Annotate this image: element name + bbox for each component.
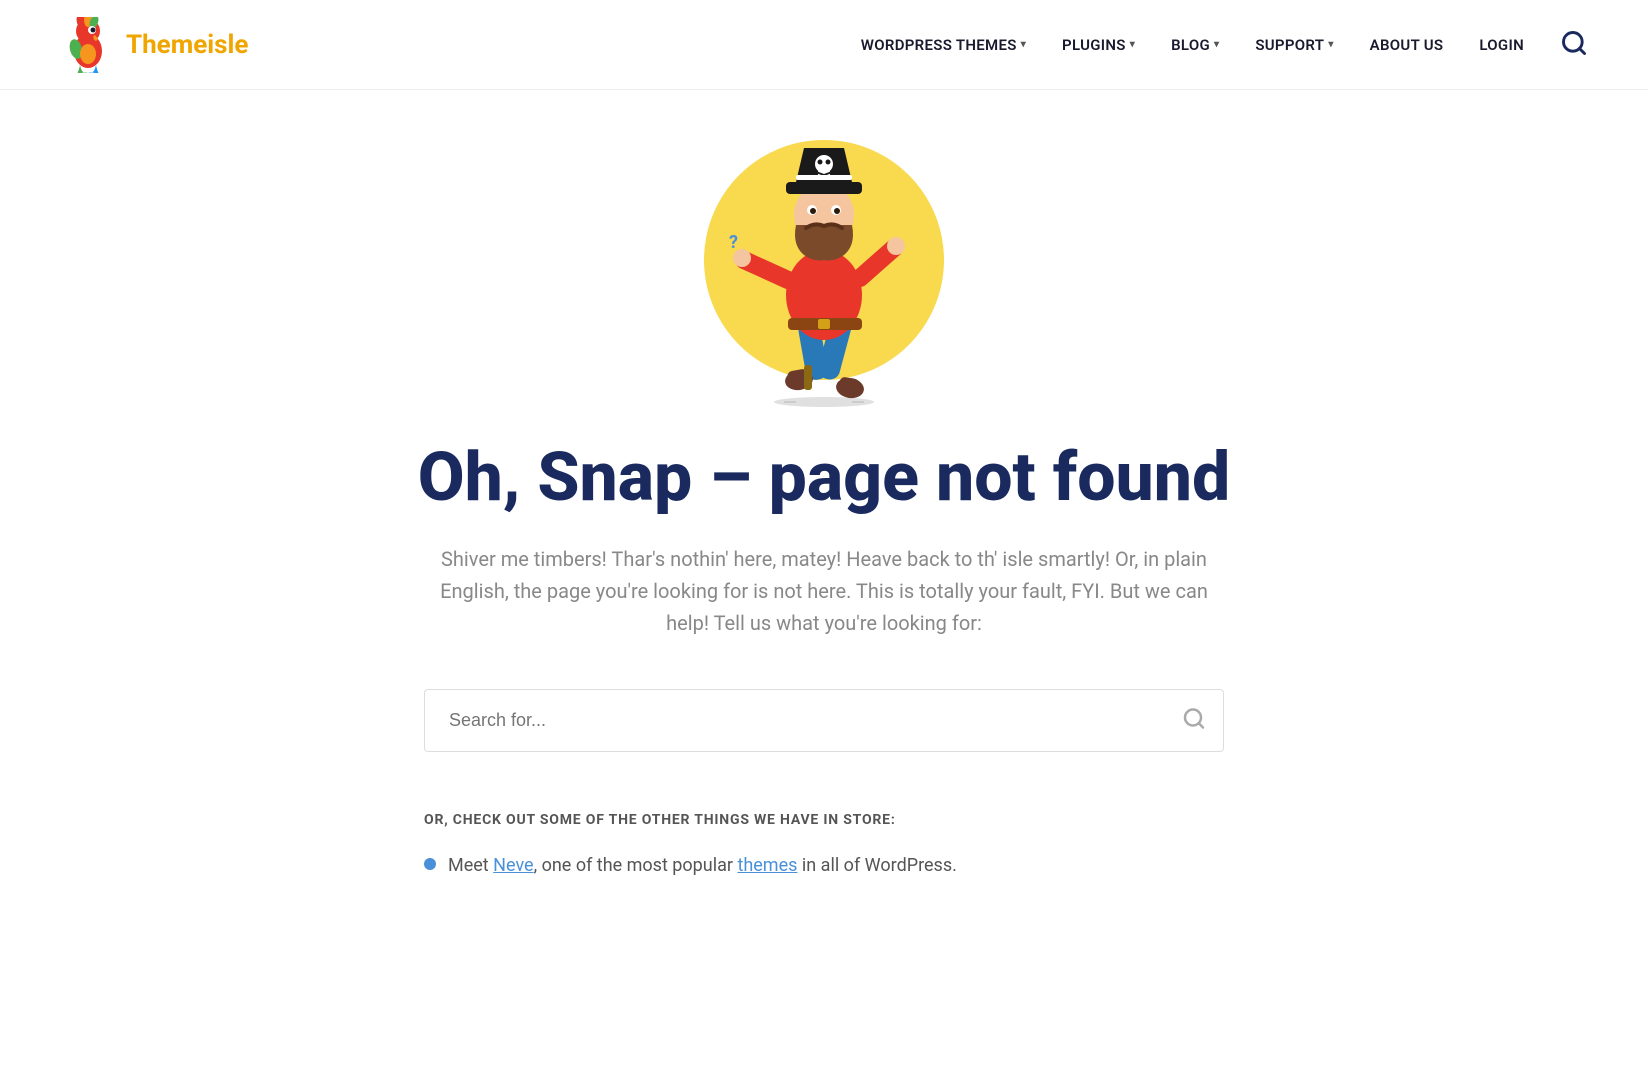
logo-parrot-icon xyxy=(60,17,116,73)
logo-link[interactable]: Themeisle xyxy=(60,17,248,73)
error-heading: Oh, Snap – page not found xyxy=(418,440,1231,515)
bullet-text-middle: , one of the most popular xyxy=(534,855,738,876)
bullet-dot-icon xyxy=(424,858,436,870)
nav-item-blog[interactable]: BLOG ▾ xyxy=(1171,36,1219,54)
nav-item-plugins[interactable]: PLUGINS ▾ xyxy=(1062,36,1135,54)
pirate-figure-icon: ? xyxy=(724,140,924,410)
bullet-text-before: Meet xyxy=(448,855,493,876)
nav-item-about-us[interactable]: ABOUT US xyxy=(1370,36,1444,54)
logo-text: Themeisle xyxy=(126,30,248,60)
chevron-down-icon: ▾ xyxy=(1130,39,1135,50)
chevron-down-icon: ▾ xyxy=(1328,39,1333,50)
search-input[interactable] xyxy=(424,689,1224,752)
site-header: Themeisle WORDPRESS THEMES ▾ PLUGINS ▾ B… xyxy=(0,0,1648,90)
nav-item-support[interactable]: SUPPORT ▾ xyxy=(1255,36,1333,54)
search-button[interactable] xyxy=(1560,29,1588,60)
themes-link[interactable]: themes xyxy=(737,855,797,876)
pirate-illustration: ? xyxy=(664,130,984,410)
nav-item-wordpress-themes[interactable]: WORDPRESS THEMES ▾ xyxy=(861,36,1026,54)
bullet-text-after: in all of WordPress. xyxy=(797,855,956,876)
neve-link[interactable]: Neve xyxy=(493,855,533,876)
search-icon xyxy=(1560,29,1588,57)
bullet-item-neve: Meet Neve, one of the most popular theme… xyxy=(424,852,1224,881)
search-submit-button[interactable] xyxy=(1182,707,1206,734)
svg-text:?: ? xyxy=(729,232,738,253)
nav-item-login[interactable]: LOGIN xyxy=(1479,36,1524,54)
main-content: ? xyxy=(0,90,1648,941)
chevron-down-icon: ▾ xyxy=(1021,39,1026,50)
bullet-text: Meet Neve, one of the most popular theme… xyxy=(448,852,957,881)
chevron-down-icon: ▾ xyxy=(1214,39,1219,50)
error-description: Shiver me timbers! Thar's nothin' here, … xyxy=(424,543,1224,639)
search-container xyxy=(424,689,1224,752)
more-info-section: OR, CHECK OUT SOME OF THE OTHER THINGS W… xyxy=(424,812,1224,881)
search-icon xyxy=(1182,707,1206,731)
main-nav: WORDPRESS THEMES ▾ PLUGINS ▾ BLOG ▾ SUPP… xyxy=(861,29,1588,60)
more-info-label: OR, CHECK OUT SOME OF THE OTHER THINGS W… xyxy=(424,812,1224,828)
